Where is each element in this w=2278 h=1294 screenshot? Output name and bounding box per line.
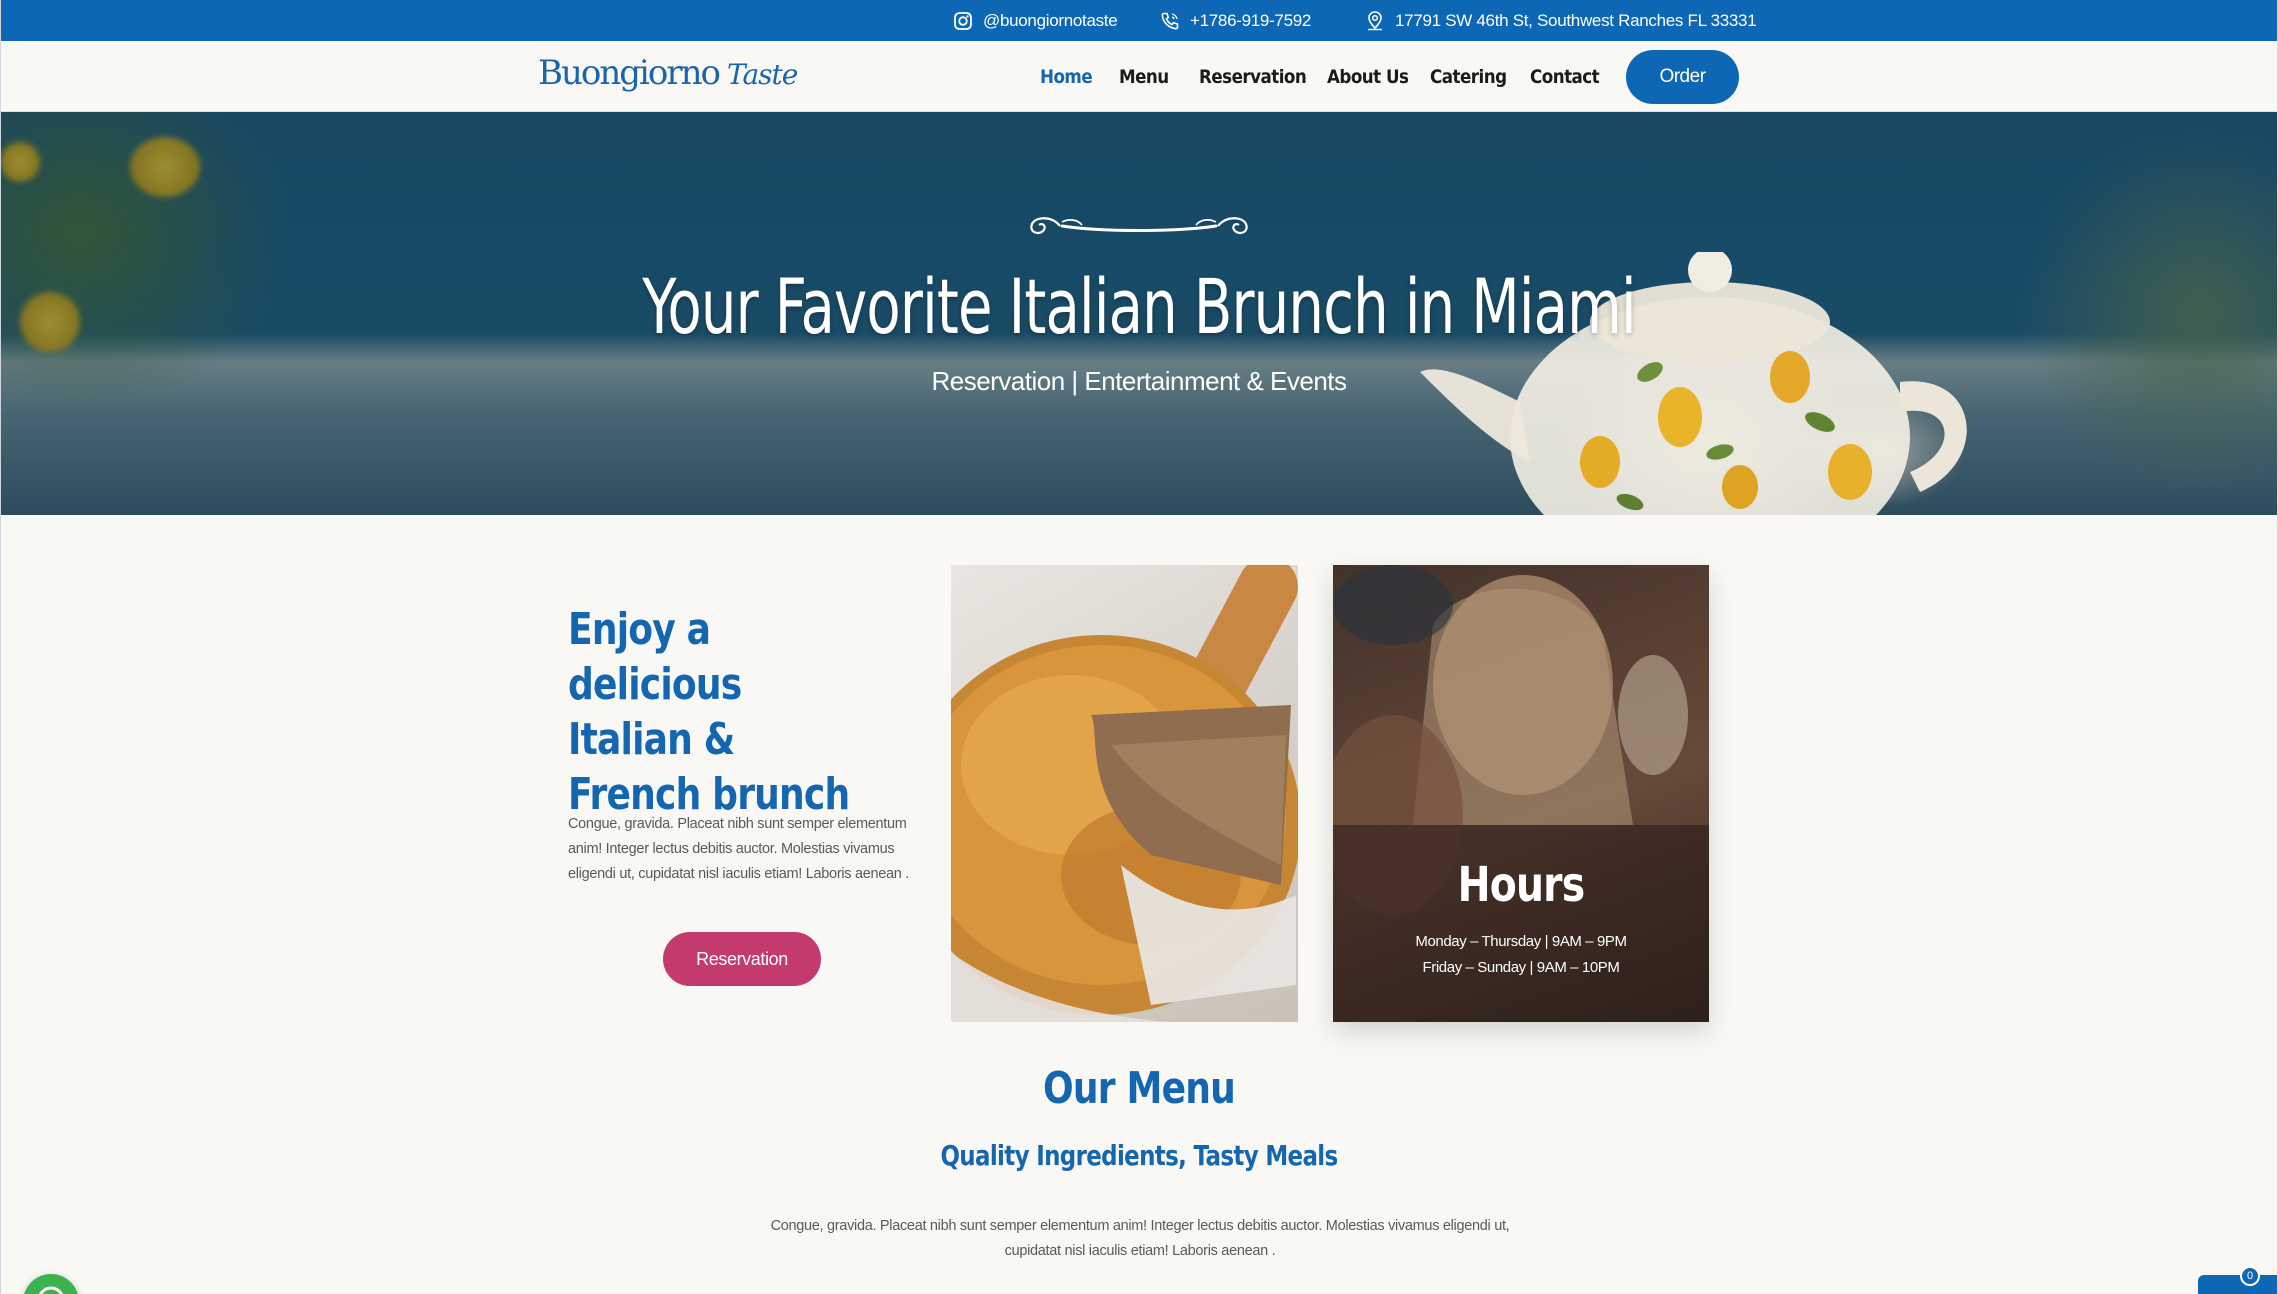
pie-image (951, 565, 1298, 1022)
hours-weekday: Monday – Thursday | 9AM – 9PM (1415, 933, 1627, 950)
hours-card: Hours Monday – Thursday | 9AM – 9PM Frid… (1333, 565, 1709, 1022)
intro-heading: Enjoy a delicious Italian & French brunc… (568, 604, 850, 820)
nav-menu[interactable]: Menu (1119, 66, 1169, 88)
site-logo[interactable]: Buongiorno Taste (538, 53, 798, 97)
reservation-button[interactable]: Reservation (663, 932, 821, 986)
order-button[interactable]: Order (1626, 50, 1739, 104)
instagram-link[interactable]: @buongiornotaste (953, 0, 1118, 41)
hours-weekend: Friday – Sunday | 9AM – 10PM (1422, 959, 1620, 976)
logo-main-text: Buongiorno (538, 53, 721, 93)
nav-catering[interactable]: Catering (1430, 66, 1507, 88)
nav-reservation[interactable]: Reservation (1199, 66, 1307, 88)
intro-paragraph: Congue, gravida. Placeat nibh sunt sempe… (568, 816, 909, 882)
address-text: 17791 SW 46th St, Southwest Ranches FL 3… (1395, 10, 1757, 30)
hero-subtitle: Reservation | Entertainment & Events (931, 366, 1347, 396)
phone-icon (1161, 12, 1179, 30)
nav-about-us[interactable]: About Us (1327, 66, 1409, 88)
top-info-bar: @buongiornotaste +1786-919-7592 17791 SW… (0, 0, 2278, 41)
location-pin-icon (1368, 10, 1382, 30)
instagram-handle: @buongiornotaste (983, 10, 1118, 30)
site-header: Buongiorno Taste Home Menu Reservation A… (0, 41, 2278, 112)
flourish-divider-icon (1030, 217, 1248, 235)
pie-photo (951, 565, 1298, 1022)
hours-title: Hours (1457, 857, 1586, 913)
address-link[interactable]: 17791 SW 46th St, Southwest Ranches FL 3… (1365, 0, 1757, 41)
whatsapp-icon (38, 1286, 64, 1294)
menu-section-subtitle: Quality Ingredients, Tasty Meals (940, 1139, 1338, 1172)
instagram-icon (954, 11, 972, 30)
hero-banner: Your Favorite Italian Brunch in Miami Re… (0, 112, 2278, 515)
hours-background-image (1333, 565, 1709, 1022)
logo-sub-text: Taste (726, 58, 798, 91)
nav-contact[interactable]: Contact (1530, 66, 1600, 88)
chat-badge: 0 (2240, 1266, 2260, 1286)
hero-title: Your Favorite Italian Brunch in Miami (642, 262, 1636, 351)
phone-link[interactable]: +1786-919-7592 (1160, 0, 1311, 41)
menu-section-paragraph: Congue, gravida. Placeat nibh sunt sempe… (770, 1218, 1510, 1259)
menu-section-title: Our Menu (1043, 1063, 1236, 1114)
nav-home[interactable]: Home (1040, 66, 1093, 88)
chat-button[interactable] (2198, 1275, 2278, 1294)
phone-number: +1786-919-7592 (1190, 10, 1312, 30)
whatsapp-button[interactable] (23, 1274, 79, 1294)
